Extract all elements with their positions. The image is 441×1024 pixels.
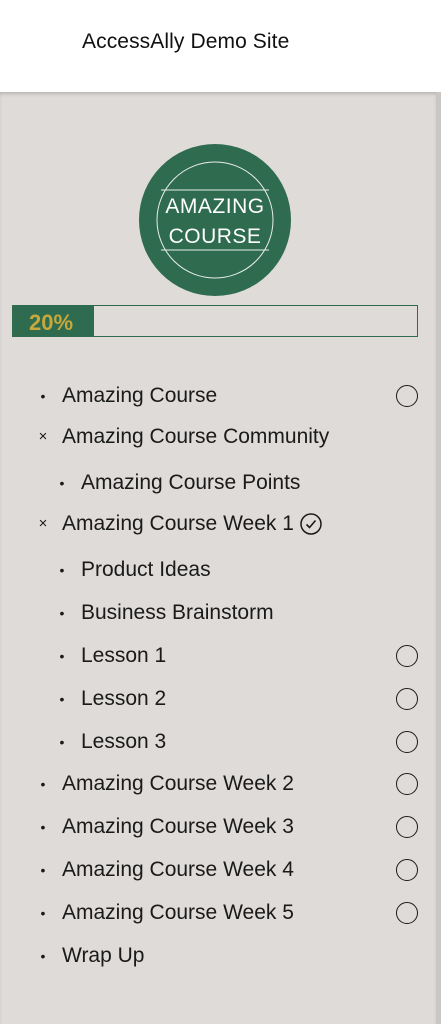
sidebar-scrollbar[interactable]	[436, 92, 441, 1024]
course-progress-bar: 20%	[12, 305, 418, 337]
menu-item-points[interactable]: • Amazing Course Points	[53, 468, 301, 498]
bullet-marker: •	[59, 691, 65, 707]
collapse-x-icon[interactable]: ×	[34, 422, 52, 452]
menu-item-label: Amazing Course	[62, 384, 218, 407]
menu-item-label: Amazing Course Week 5	[62, 901, 294, 924]
menu-item-label: Wrap Up	[62, 944, 145, 967]
bullet-marker: •	[40, 862, 46, 878]
menu-item-label: Amazing Course Week 1	[62, 512, 294, 535]
course-logo: AMAZING COURSE	[139, 144, 291, 296]
bullet-marker: •	[59, 734, 65, 750]
bullet-marker: •	[40, 905, 46, 921]
bullet-marker: •	[59, 475, 65, 491]
menu-item-label: Lesson 1	[81, 644, 167, 667]
menu-item-product-ideas[interactable]: • Product Ideas	[53, 555, 211, 585]
menu-item-lesson-3[interactable]: • Lesson 3	[53, 727, 167, 757]
menu-item-label: Lesson 3	[81, 730, 167, 753]
bullet-marker: •	[59, 562, 65, 578]
bullet-marker: •	[59, 605, 65, 621]
menu-item-community[interactable]: × Amazing Course Community	[34, 422, 330, 452]
bullet-marker: •	[40, 388, 46, 404]
incomplete-circle-icon	[396, 688, 418, 710]
menu-item-label: Amazing Course Week 2	[62, 772, 294, 795]
menu-item-label: Amazing Course Community	[62, 425, 330, 448]
menu-item-week-5[interactable]: • Amazing Course Week 5	[34, 898, 294, 928]
bullet-marker: •	[59, 648, 65, 664]
menu-item-label: Lesson 2	[81, 687, 167, 710]
incomplete-circle-icon	[396, 816, 418, 838]
bullet-marker: •	[40, 776, 46, 792]
menu-item-week-1[interactable]: × Amazing Course Week 1	[34, 509, 322, 539]
incomplete-circle-icon	[396, 773, 418, 795]
menu-item-amazing-course[interactable]: • Amazing Course	[34, 381, 218, 411]
check-circle-icon	[300, 513, 322, 544]
menu-item-label: Amazing Course Week 3	[62, 815, 294, 838]
menu-item-label: Business Brainstorm	[81, 601, 274, 624]
logo-text: AMAZING COURSE	[139, 192, 291, 252]
logo-line-1: AMAZING	[165, 195, 265, 218]
progress-percent: 20%	[29, 310, 74, 335]
menu-item-week-2[interactable]: • Amazing Course Week 2	[34, 769, 294, 799]
menu-item-lesson-2[interactable]: • Lesson 2	[53, 684, 167, 714]
menu-item-week-3[interactable]: • Amazing Course Week 3	[34, 812, 294, 842]
top-bar: AccessAlly Demo Site	[0, 0, 441, 92]
menu-item-label: Product Ideas	[81, 558, 211, 581]
menu-item-business-brainstorm[interactable]: • Business Brainstorm	[53, 598, 274, 628]
incomplete-circle-icon	[396, 385, 418, 407]
incomplete-circle-icon	[396, 731, 418, 753]
menu-item-label: Amazing Course Week 4	[62, 858, 294, 881]
incomplete-circle-icon	[396, 859, 418, 881]
bullet-marker: •	[40, 819, 46, 835]
menu-item-wrap-up[interactable]: • Wrap Up	[34, 941, 145, 971]
menu-item-week-4[interactable]: • Amazing Course Week 4	[34, 855, 294, 885]
menu-item-label: Amazing Course Points	[81, 471, 301, 494]
site-title[interactable]: AccessAlly Demo Site	[82, 30, 289, 54]
incomplete-circle-icon	[396, 902, 418, 924]
menu-item-lesson-1[interactable]: • Lesson 1	[53, 641, 167, 671]
logo-line-2: COURSE	[168, 225, 262, 248]
incomplete-circle-icon	[396, 645, 418, 667]
collapse-x-icon[interactable]: ×	[34, 509, 52, 539]
bullet-marker: •	[40, 948, 46, 964]
